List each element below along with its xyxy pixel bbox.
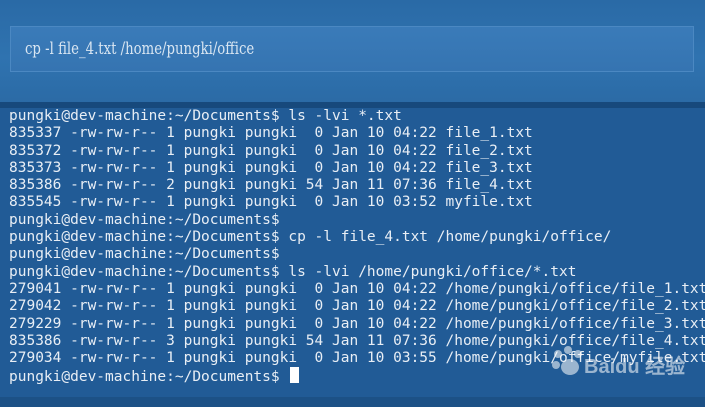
terminal-line: 835386 -rw-rw-r-- 2 pungki pungki 54 Jan… [9,177,533,194]
watermark-logo: Baidu 经验 [552,346,685,378]
terminal-line: 835545 -rw-rw-r-- 1 pungki pungki 0 Jan … [9,194,533,211]
terminal-cursor [290,367,300,384]
terminal-line: pungki@dev-machine:~/Documents$ cp -l fi… [9,229,612,246]
command-banner: cp -l file_4.txt /home/pungki/office [0,0,705,105]
terminal-prompt: pungki@dev-machine:~/Documents$ [9,369,280,386]
terminal-line: 279041 -rw-rw-r-- 1 pungki pungki 0 Jan … [9,280,705,297]
terminal-line: 279042 -rw-rw-r-- 1 pungki pungki 0 Jan … [9,298,705,315]
command-banner-box: cp -l file_4.txt /home/pungki/office [10,26,694,72]
screenshot: cp -l file_4.txt /home/pungki/office pun… [0,0,705,407]
command-banner-text: cp -l file_4.txt /home/pungki/office [25,39,255,59]
terminal-line: 835373 -rw-rw-r-- 1 pungki pungki 0 Jan … [9,159,533,176]
terminal-line: pungki@dev-machine:~/Documents$ [9,246,280,263]
terminal-line: pungki@dev-machine:~/Documents$ [9,211,280,228]
terminal-line: 835337 -rw-rw-r-- 1 pungki pungki 0 Jan … [9,125,533,142]
terminal-line: 835372 -rw-rw-r-- 1 pungki pungki 0 Jan … [9,142,533,159]
bottom-band [0,397,705,407]
terminal-line: pungki@dev-machine:~/Documents$ ls -lvi … [9,263,577,280]
terminal-line: pungki@dev-machine:~/Documents$ ls -lvi … [9,108,402,124]
watermark-text: Baidu 经验 [584,354,685,378]
terminal-line: 279229 -rw-rw-r-- 1 pungki pungki 0 Jan … [9,315,705,332]
